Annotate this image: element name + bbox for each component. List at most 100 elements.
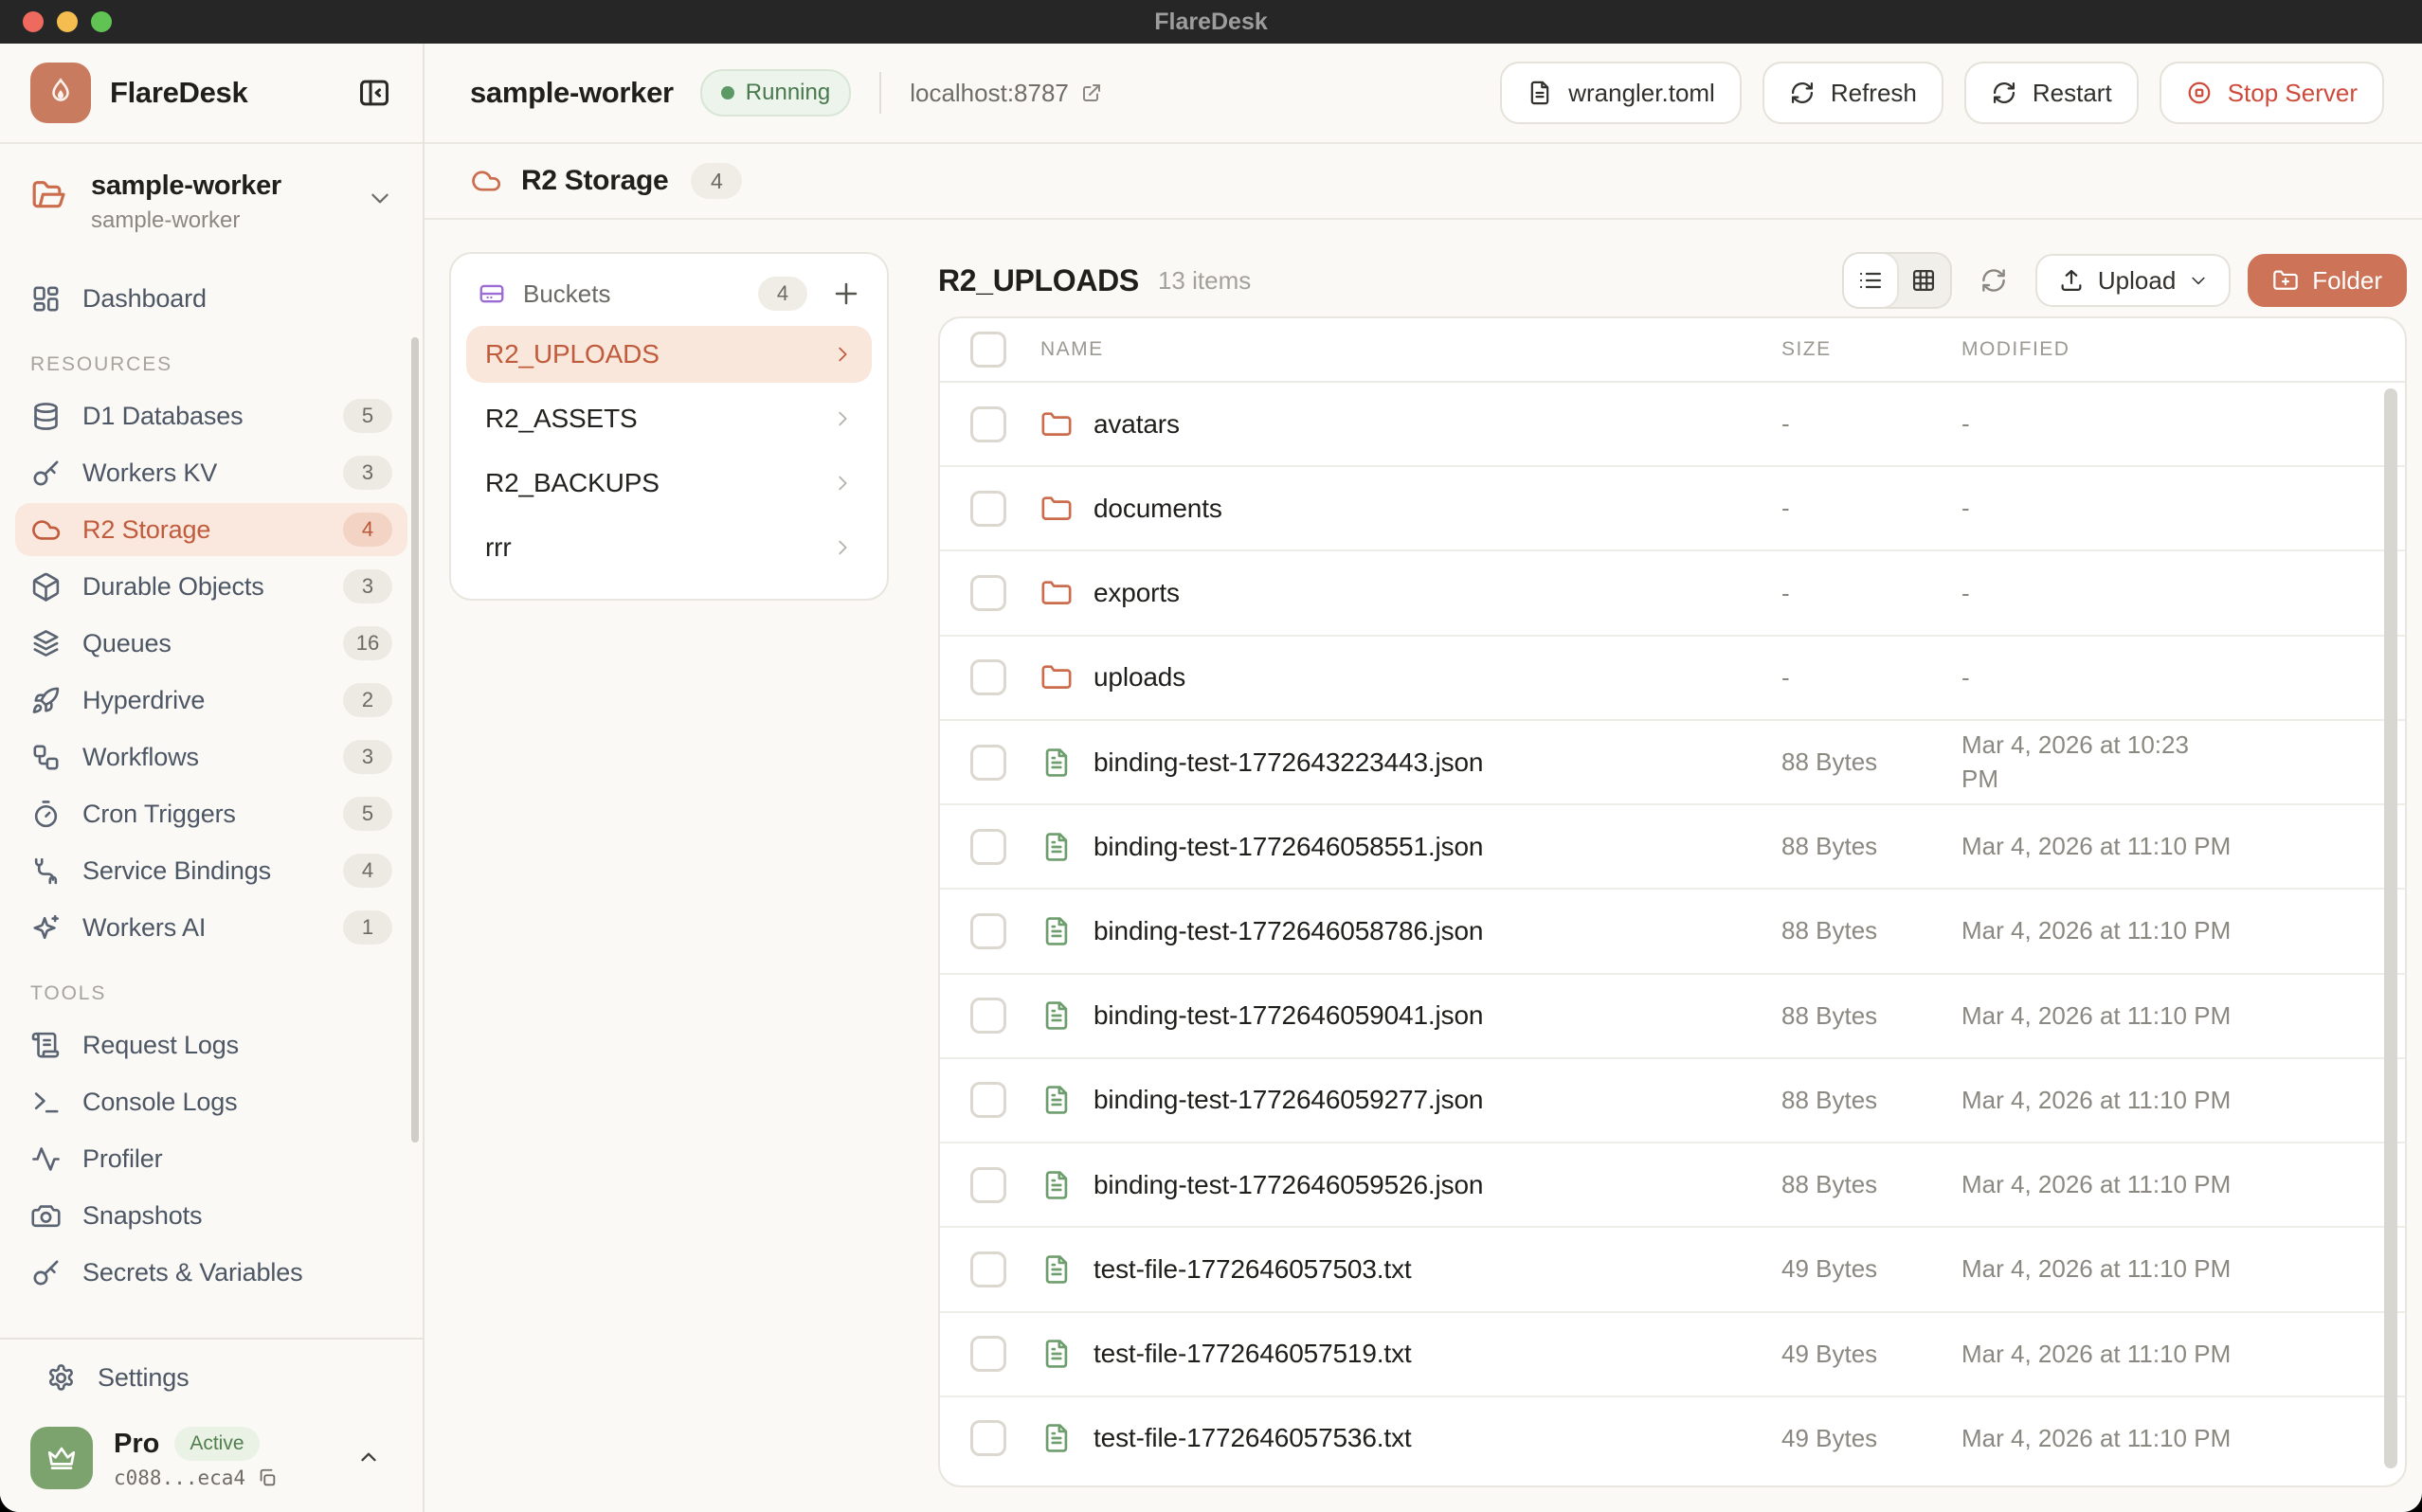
sidebar-item-hyperdrive[interactable]: Hyperdrive 2 xyxy=(15,674,407,727)
list-view-button[interactable] xyxy=(1844,254,1897,307)
table-row[interactable]: binding-test-1772646058786.json 88 Bytes… xyxy=(940,890,2405,974)
sidebar-item-console-logs[interactable]: Console Logs xyxy=(15,1075,407,1128)
refresh-list-button[interactable] xyxy=(1969,256,2018,305)
sidebar-item-workers-kv[interactable]: Workers KV 3 xyxy=(15,446,407,499)
table-row[interactable]: avatars - - xyxy=(940,383,2405,467)
row-checkbox[interactable] xyxy=(970,913,1006,949)
row-checkbox[interactable] xyxy=(970,829,1006,865)
app-name: FlareDesk xyxy=(110,76,337,110)
copy-icon[interactable] xyxy=(257,1467,278,1488)
cloud-icon xyxy=(30,514,62,546)
timer-icon xyxy=(30,799,62,830)
table-row[interactable]: test-file-1772646057536.txt 49 Bytes Mar… xyxy=(940,1397,2405,1480)
terminal-icon xyxy=(30,1087,62,1118)
plan-name: Pro xyxy=(114,1429,159,1460)
file-icon xyxy=(1040,831,1073,863)
sidebar-item-secrets-variables[interactable]: Secrets & Variables xyxy=(15,1246,407,1299)
count-badge: 3 xyxy=(343,740,392,774)
bucket-item[interactable]: rrr xyxy=(466,519,872,576)
table-row[interactable]: documents - - xyxy=(940,467,2405,551)
project-selector[interactable]: sample-worker sample-worker xyxy=(0,144,423,245)
row-checkbox[interactable] xyxy=(970,1251,1006,1287)
sidebar-item-service-bindings[interactable]: Service Bindings 4 xyxy=(15,844,407,897)
buckets-panel: Buckets 4 R2_UPLOADS R2_ASSETS R2_BACKUP… xyxy=(449,252,889,601)
row-checkbox[interactable] xyxy=(970,491,1006,527)
item-name: binding-test-1772646058551.json xyxy=(1094,832,1483,862)
sidebar-item-snapshots[interactable]: Snapshots xyxy=(15,1189,407,1242)
plan-card[interactable]: Pro Active c088...eca4 xyxy=(15,1408,407,1493)
sidebar-scrollbar[interactable] xyxy=(411,337,419,1143)
sidebar-item-workers-ai[interactable]: Workers AI 1 xyxy=(15,901,407,954)
row-checkbox[interactable] xyxy=(970,1420,1006,1456)
table-row[interactable]: binding-test-1772646059526.json 88 Bytes… xyxy=(940,1143,2405,1228)
count-badge: 4 xyxy=(343,854,392,888)
sidebar-item-settings[interactable]: Settings xyxy=(30,1351,392,1404)
count-badge: 1 xyxy=(343,910,392,945)
list-icon xyxy=(1857,267,1884,294)
count-badge: 5 xyxy=(343,797,392,831)
external-link-icon xyxy=(1080,81,1103,104)
row-checkbox[interactable] xyxy=(970,1167,1006,1203)
upload-button[interactable]: Upload xyxy=(2035,254,2231,307)
add-bucket-button[interactable] xyxy=(832,279,860,308)
sidebar-collapse-icon[interactable] xyxy=(356,75,392,111)
sidebar-item-r2-storage[interactable]: R2 Storage 4 xyxy=(15,503,407,556)
table-row[interactable]: binding-test-1772646059277.json 88 Bytes… xyxy=(940,1059,2405,1143)
table-row[interactable]: binding-test-1772643223443.json 88 Bytes… xyxy=(940,721,2405,805)
table-row[interactable]: exports - - xyxy=(940,551,2405,636)
table-row[interactable]: test-file-1772646057519.txt 49 Bytes Mar… xyxy=(940,1313,2405,1397)
item-modified: Mar 4, 2026 at 11:10 PM xyxy=(1961,1084,2382,1117)
table-row[interactable]: uploads - - xyxy=(940,637,2405,721)
sidebar-item-queues[interactable]: Queues 16 xyxy=(15,617,407,670)
refresh-button[interactable]: Refresh xyxy=(1762,62,1943,124)
row-checkbox[interactable] xyxy=(970,406,1006,442)
item-size: - xyxy=(1781,492,1961,525)
row-checkbox[interactable] xyxy=(970,998,1006,1034)
table-row[interactable]: binding-test-1772646058551.json 88 Bytes… xyxy=(940,805,2405,890)
count-badge: 5 xyxy=(343,399,392,433)
bucket-item[interactable]: R2_UPLOADS xyxy=(466,326,872,383)
scroll-icon xyxy=(30,1030,62,1061)
crown-icon xyxy=(30,1427,93,1489)
item-name: binding-test-1772646059041.json xyxy=(1094,1000,1483,1031)
item-modified: Mar 4, 2026 at 11:10 PM xyxy=(1961,914,2382,947)
file-table: NAME SIZE MODIFIED avatars - - documents… xyxy=(938,316,2407,1487)
section-label: TOOLS xyxy=(30,982,392,1005)
sidebar-item-d1-databases[interactable]: D1 Databases 5 xyxy=(15,389,407,442)
folder-icon xyxy=(1040,493,1073,525)
restart-button[interactable]: Restart xyxy=(1964,62,2139,124)
row-checkbox[interactable] xyxy=(970,745,1006,781)
host-link[interactable]: localhost:8787 xyxy=(910,79,1103,108)
browser-toolbar: Upload Folder xyxy=(1842,252,2407,309)
row-checkbox[interactable] xyxy=(970,659,1006,695)
file-browser: R2_UPLOADS 13 items Upload xyxy=(938,252,2407,1487)
bucket-item[interactable]: R2_BACKUPS xyxy=(466,455,872,512)
stop-server-button[interactable]: Stop Server xyxy=(2160,62,2384,124)
sidebar-item-dashboard[interactable]: Dashboard xyxy=(15,272,407,325)
sidebar-item-cron-triggers[interactable]: Cron Triggers 5 xyxy=(15,787,407,840)
project-subtitle: sample-worker xyxy=(91,207,345,234)
table-row[interactable]: test-file-1772646057503.txt 49 Bytes Mar… xyxy=(940,1228,2405,1312)
sidebar-item-workflows[interactable]: Workflows 3 xyxy=(15,730,407,783)
grid-view-button[interactable] xyxy=(1897,254,1950,307)
stop-icon xyxy=(2186,80,2213,106)
row-checkbox[interactable] xyxy=(970,575,1006,611)
item-modified: Mar 4, 2026 at 11:10 PM xyxy=(1961,1422,2382,1455)
sidebar-item-profiler[interactable]: Profiler xyxy=(15,1132,407,1185)
item-modified: Mar 4, 2026 at 10:23 PM xyxy=(1961,729,2204,795)
sidebar-item-request-logs[interactable]: Request Logs xyxy=(15,1018,407,1071)
table-scrollbar[interactable] xyxy=(2384,388,2397,1468)
bucket-item[interactable]: R2_ASSETS xyxy=(466,390,872,447)
select-all-checkbox[interactable] xyxy=(970,332,1006,368)
table-row[interactable]: binding-test-1772646059041.json 88 Bytes… xyxy=(940,975,2405,1059)
item-name: documents xyxy=(1094,494,1222,524)
wrangler-toml-button[interactable]: wrangler.toml xyxy=(1500,62,1742,124)
row-checkbox[interactable] xyxy=(970,1336,1006,1372)
sidebar-item-durable-objects[interactable]: Durable Objects 3 xyxy=(15,560,407,613)
item-size: 88 Bytes xyxy=(1781,914,1961,947)
breadcrumb-count-badge: 4 xyxy=(691,163,742,199)
row-checkbox[interactable] xyxy=(970,1082,1006,1118)
item-modified: Mar 4, 2026 at 11:10 PM xyxy=(1961,1252,2382,1286)
new-folder-button[interactable]: Folder xyxy=(2248,254,2407,307)
workflow-icon xyxy=(30,742,62,773)
